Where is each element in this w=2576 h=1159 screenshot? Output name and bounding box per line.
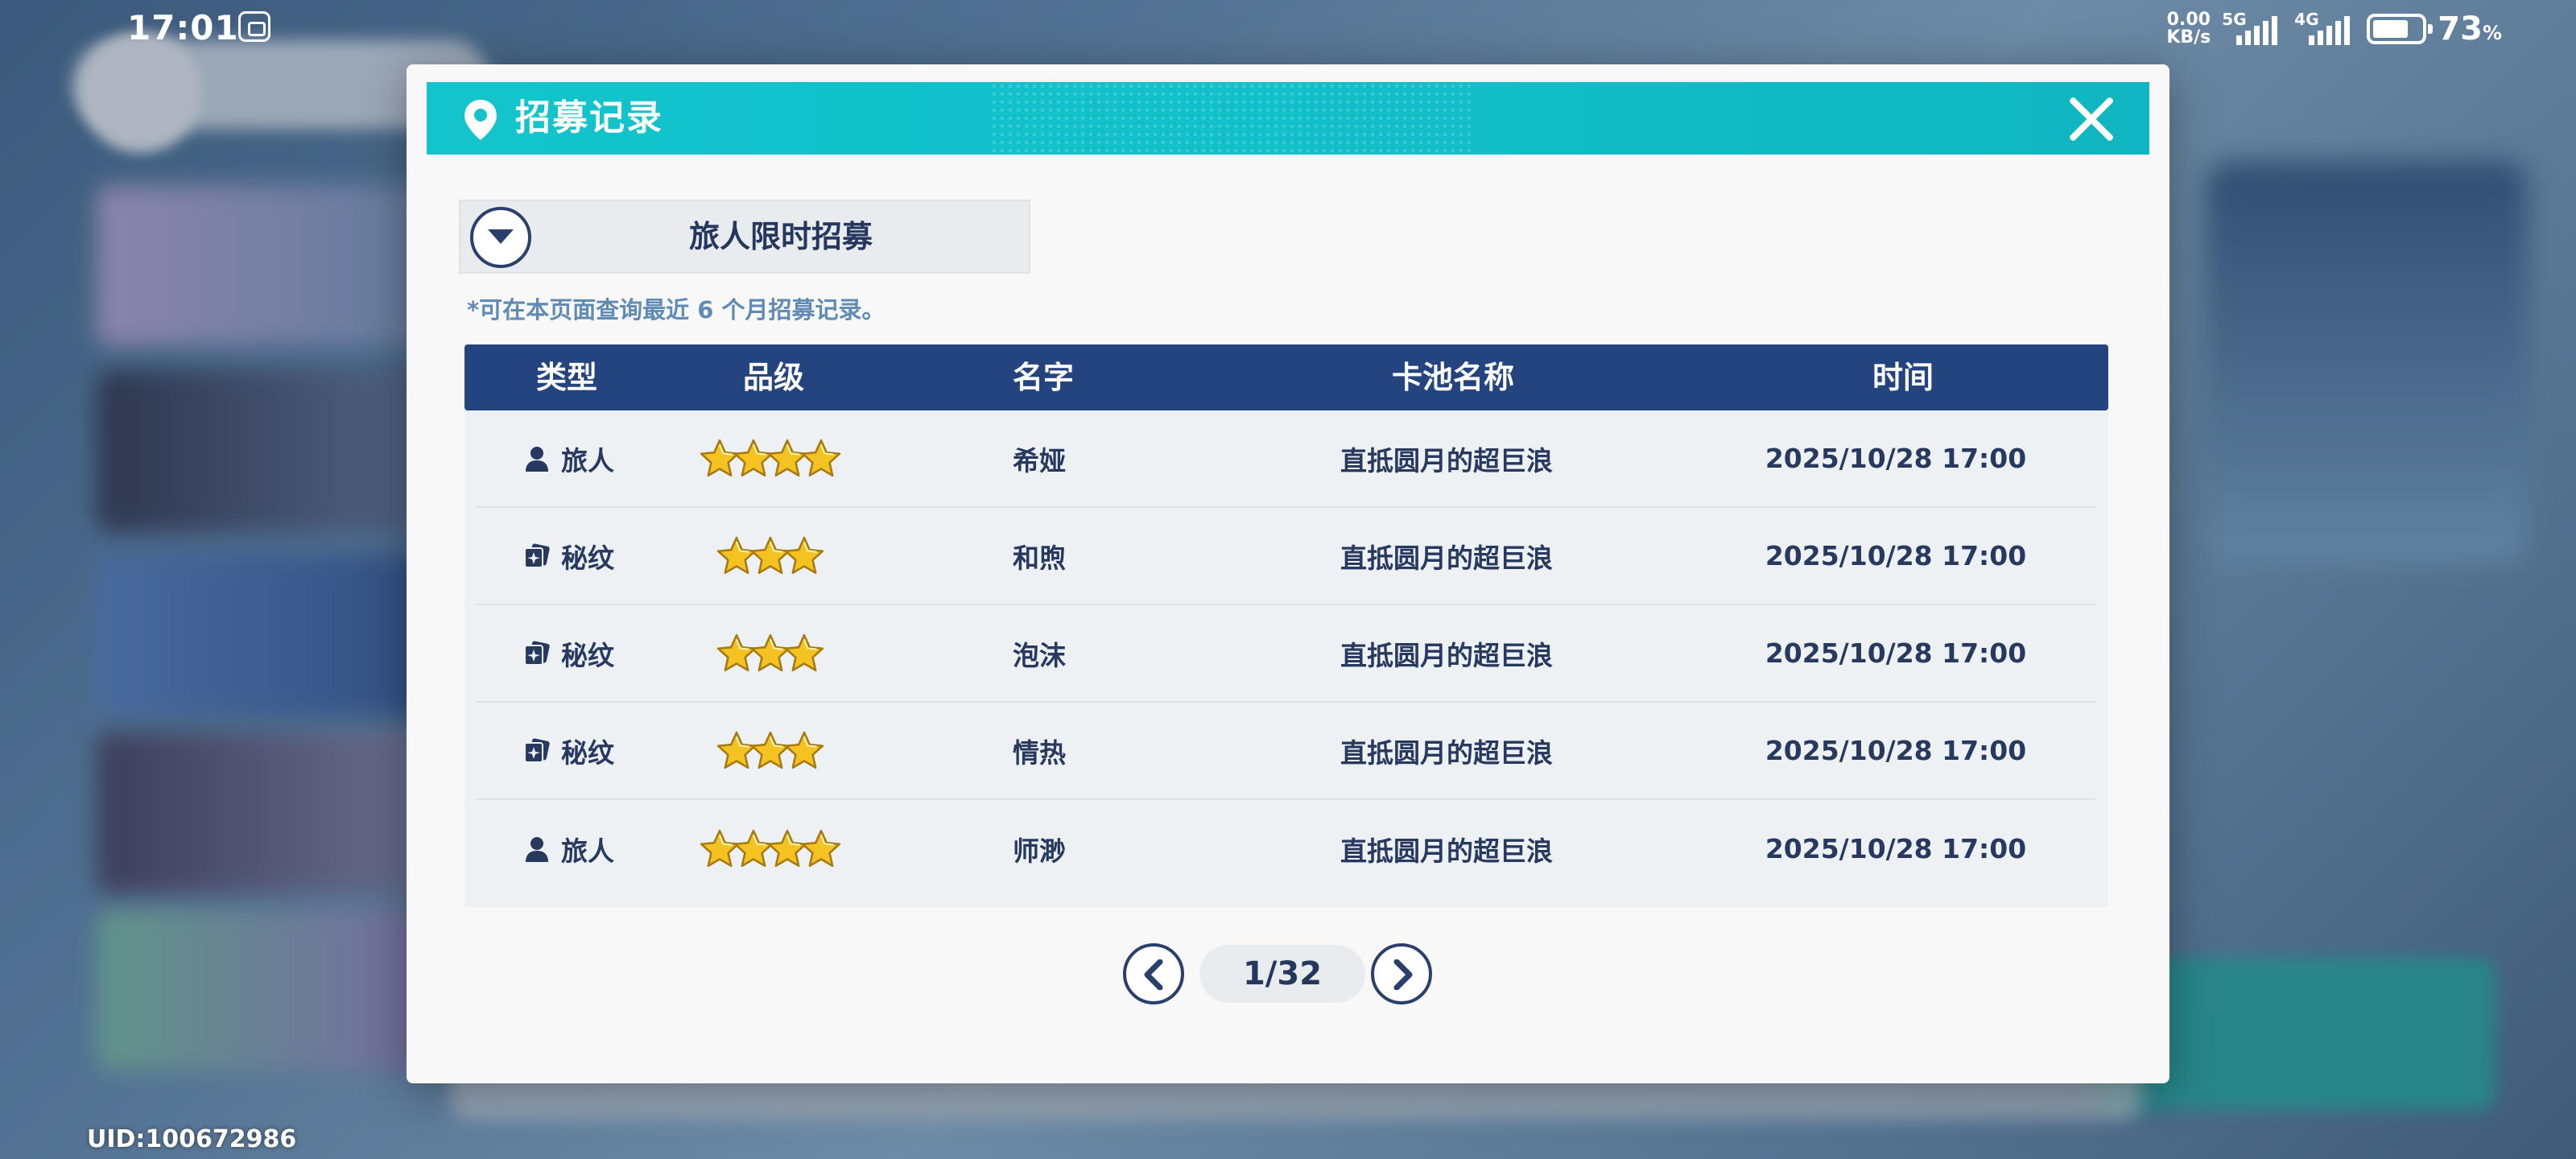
recruit-history-dialog: 招募记录 旅人限时招募 *可在本页面查询最近 6 个月招募记录。 类型 品级 名… bbox=[407, 64, 2169, 1083]
column-header-type: 类型 bbox=[535, 360, 597, 395]
star-icon bbox=[801, 439, 841, 476]
type-cell: 秘纹 bbox=[476, 634, 661, 673]
recruit-table: 类型 品级 名字 卡池名称 时间 旅人 希娅 直抵圆月的超巨浪 2025/10/28 … bbox=[464, 344, 2108, 907]
character-name: 泡沫 bbox=[1013, 639, 1066, 671]
type-label: 旅人 bbox=[561, 835, 614, 867]
column-header-pool: 卡池名称 bbox=[1391, 360, 1514, 395]
network-speed-unit: KB/s bbox=[2166, 27, 2211, 47]
type-cell: 旅人 bbox=[476, 830, 661, 868]
table-header: 类型 品级 名字 卡池名称 时间 bbox=[464, 344, 2108, 410]
chevron-left-icon bbox=[1144, 959, 1163, 990]
pool-name: 直抵圆月的超巨浪 bbox=[1340, 639, 1553, 671]
dropdown-toggle-icon[interactable] bbox=[470, 207, 531, 268]
type-label: 旅人 bbox=[561, 444, 614, 476]
battery-icon bbox=[2367, 14, 2434, 44]
dialog-header: 招募记录 bbox=[427, 82, 2149, 155]
dialog-title: 招募记录 bbox=[515, 97, 663, 138]
type-label: 秘纹 bbox=[561, 639, 614, 671]
prev-page-button[interactable] bbox=[1123, 943, 1184, 1004]
star-icon bbox=[784, 633, 824, 671]
close-button[interactable] bbox=[2066, 93, 2117, 145]
signal-5g-icon: 5G bbox=[2222, 10, 2283, 48]
type-cell: 秘纹 bbox=[476, 732, 661, 770]
pool-name: 直抵圆月的超巨浪 bbox=[1340, 835, 1553, 867]
pagination: 1/32 bbox=[407, 938, 2169, 1006]
location-pin-icon bbox=[464, 100, 497, 140]
recruit-time: 2025/10/28 17:00 bbox=[1765, 443, 2027, 474]
next-page-button[interactable] bbox=[1371, 943, 1432, 1004]
table-row: 秘纹 情热 直抵圆月的超巨浪 2025/10/28 17:00 bbox=[476, 703, 2097, 800]
person-icon bbox=[522, 444, 551, 473]
star-icon bbox=[784, 731, 824, 769]
character-name: 情热 bbox=[1013, 736, 1066, 769]
star-icon bbox=[784, 536, 824, 574]
rank-stars bbox=[661, 730, 880, 772]
table-row: 旅人 师渺 直抵圆月的超巨浪 2025/10/28 17:00 bbox=[476, 800, 2097, 897]
network-speed-value: 0.00 bbox=[2166, 10, 2211, 30]
network-speed: 0.00 KB/s bbox=[2166, 11, 2211, 47]
star-icon bbox=[801, 829, 841, 867]
rune-card-icon bbox=[522, 736, 551, 765]
status-bar: 17:01 0.00 KB/s 5G 4G 73% bbox=[0, 0, 2576, 56]
pool-name: 直抵圆月的超巨浪 bbox=[1340, 736, 1553, 769]
column-header-rank: 品级 bbox=[742, 360, 804, 395]
rank-stars bbox=[661, 535, 880, 577]
recruit-time: 2025/10/28 17:00 bbox=[1765, 637, 2027, 669]
type-cell: 旅人 bbox=[476, 439, 661, 478]
type-cell: 秘纹 bbox=[476, 537, 661, 575]
pool-dropdown[interactable]: 旅人限时招募 bbox=[459, 200, 1030, 274]
battery-fill bbox=[2373, 20, 2408, 38]
character-name: 和煦 bbox=[1013, 542, 1066, 574]
rune-card-icon bbox=[522, 639, 551, 668]
rank-stars bbox=[661, 633, 880, 674]
character-name: 希娅 bbox=[1013, 444, 1066, 476]
character-name: 师渺 bbox=[1013, 835, 1066, 867]
pool-dropdown-value: 旅人限时招募 bbox=[688, 219, 873, 254]
recruit-time: 2025/10/28 17:00 bbox=[1765, 735, 2027, 766]
table-row: 秘纹 泡沫 直抵圆月的超巨浪 2025/10/28 17:00 bbox=[476, 605, 2097, 703]
rune-card-icon bbox=[522, 542, 551, 571]
status-indicators: 0.00 KB/s 5G 4G 73% bbox=[2166, 6, 2502, 52]
battery-percentage: 73% bbox=[2438, 10, 2502, 47]
recruit-time: 2025/10/28 17:00 bbox=[1765, 833, 2027, 864]
notification-app-icon bbox=[238, 11, 270, 42]
battery-value: 73 bbox=[2438, 10, 2483, 47]
chevron-right-icon bbox=[1393, 959, 1413, 990]
type-label: 秘纹 bbox=[561, 542, 614, 574]
battery-unit: % bbox=[2482, 22, 2502, 44]
column-header-name: 名字 bbox=[1012, 360, 1074, 395]
page-indicator: 1/32 bbox=[1199, 945, 1365, 1003]
rank-stars bbox=[661, 828, 880, 870]
pool-name: 直抵圆月的超巨浪 bbox=[1340, 542, 1553, 574]
user-uid: UID:100672986 bbox=[87, 1125, 297, 1153]
column-header-time: 时间 bbox=[1872, 360, 1934, 395]
signal-4g-icon: 4G bbox=[2294, 10, 2355, 48]
person-icon bbox=[522, 835, 551, 864]
table-row: 旅人 希娅 直抵圆月的超巨浪 2025/10/28 17:00 bbox=[476, 410, 2097, 508]
pool-name: 直抵圆月的超巨浪 bbox=[1340, 444, 1553, 476]
history-note: *可在本页面查询最近 6 个月招募记录。 bbox=[467, 296, 886, 324]
recruit-time: 2025/10/28 17:00 bbox=[1765, 540, 2027, 571]
table-body: 旅人 希娅 直抵圆月的超巨浪 2025/10/28 17:00 秘纹 和煦 直抵圆月的超巨浪… bbox=[464, 410, 2108, 907]
rank-stars bbox=[661, 438, 880, 480]
status-time: 17:01 bbox=[127, 8, 239, 47]
type-label: 秘纹 bbox=[561, 736, 614, 769]
table-row: 秘纹 和煦 直抵圆月的超巨浪 2025/10/28 17:00 bbox=[476, 508, 2097, 605]
